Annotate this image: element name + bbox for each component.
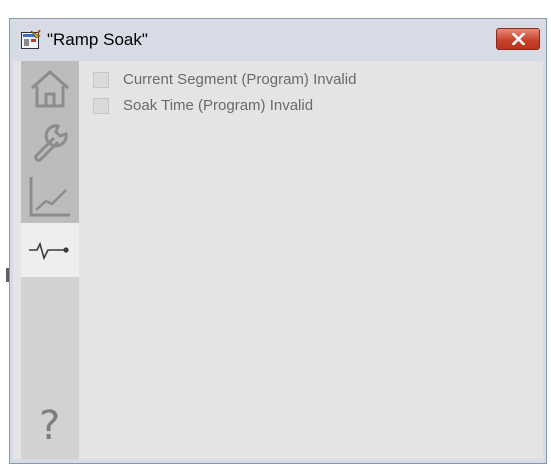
alarm-label: Soak Time (Program) Invalid (123, 97, 314, 114)
tab-home[interactable] (21, 61, 79, 115)
tab-maintenance[interactable] (21, 115, 79, 169)
faceplate-window: "Ramp Soak" ? Current Segment (Program) … (9, 18, 547, 464)
page: "Ramp Soak" ? Current Segment (Program) … (0, 0, 551, 466)
faceplate-app-icon (21, 29, 41, 50)
title-bar[interactable]: "Ramp Soak" (10, 19, 546, 61)
help-icon: ? (39, 403, 61, 449)
window-title: "Ramp Soak" (47, 30, 148, 49)
close-x-icon (512, 33, 525, 45)
wrench-icon (34, 124, 68, 162)
close-button[interactable] (496, 28, 540, 50)
pulse-icon (29, 241, 69, 261)
tab-diagnostics[interactable] (21, 223, 79, 277)
alarm-indicator (93, 98, 109, 114)
alarm-indicator (93, 72, 109, 88)
trend-chart-icon (29, 177, 70, 217)
faceplate-content: ? Current Segment (Program) Invalid Soak… (13, 61, 543, 459)
help-button[interactable]: ? (21, 401, 79, 459)
nav-sidebar: ? (21, 61, 79, 459)
tab-trends[interactable] (21, 169, 79, 223)
alarm-label: Current Segment (Program) Invalid (123, 71, 357, 88)
home-icon (31, 69, 69, 108)
